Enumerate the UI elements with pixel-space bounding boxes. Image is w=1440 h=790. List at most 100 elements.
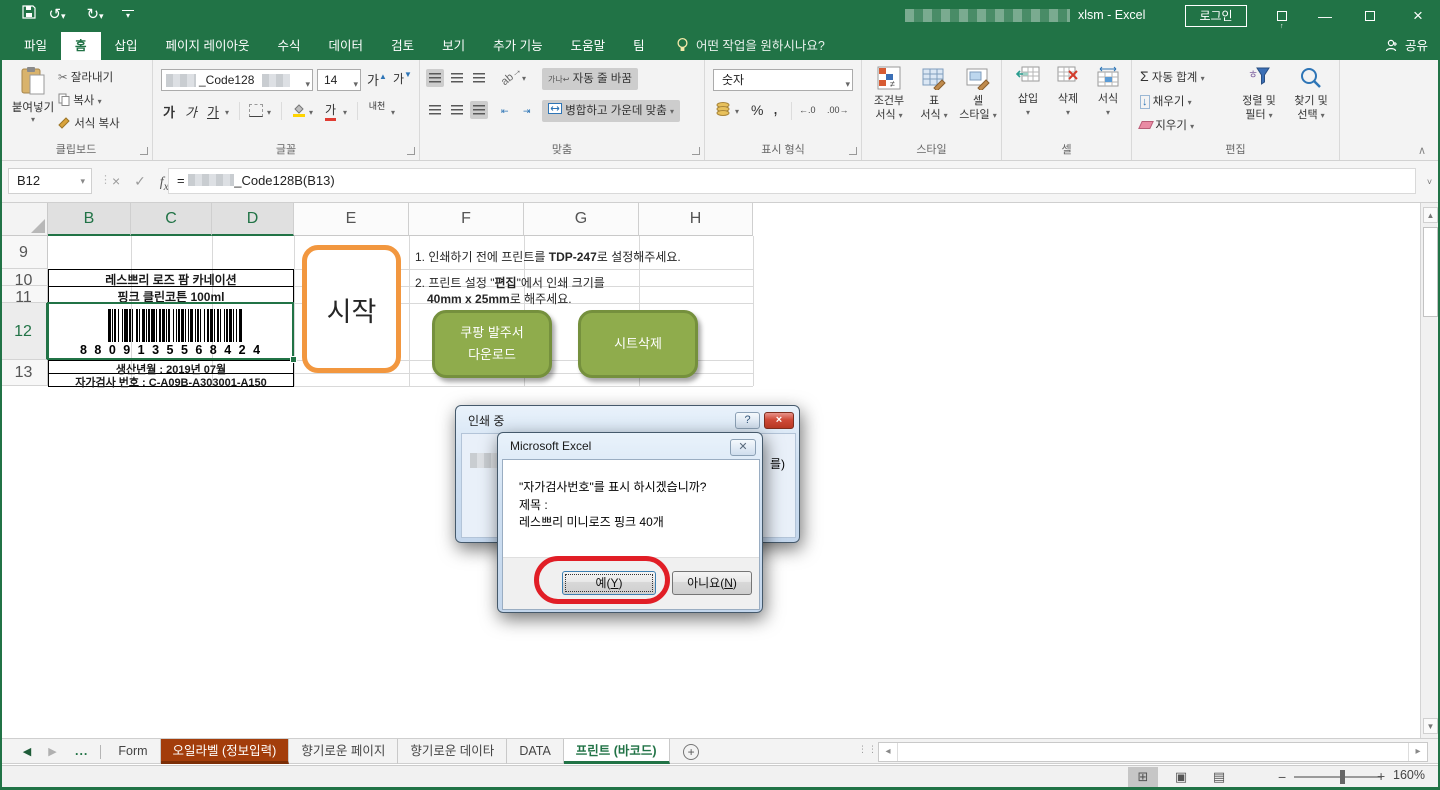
bold-button[interactable]: 가 <box>163 102 175 121</box>
ribbon-tab-file[interactable]: 파일 <box>10 32 61 60</box>
ribbon-tab-2[interactable]: 삽입 <box>101 32 152 60</box>
sheet-nav-right-arrow[interactable]: ▶ <box>41 745 63 758</box>
ribbon-tab-1[interactable]: 홈 <box>61 32 101 60</box>
decrease-indent-button[interactable]: ⇤ <box>498 101 516 119</box>
alignment-dialog-launcher[interactable] <box>692 147 700 155</box>
zoom-out-button[interactable]: − <box>1278 769 1286 785</box>
align-middle-button[interactable] <box>448 69 466 87</box>
accounting-format-button[interactable] <box>715 101 731 119</box>
name-box[interactable]: B12▾ <box>8 168 92 194</box>
column-header-B[interactable]: B <box>48 203 131 236</box>
orientation-dropdown[interactable]: ▾ <box>522 74 526 83</box>
font-dialog-launcher[interactable] <box>407 147 415 155</box>
sheet-tab-4[interactable]: DATA <box>507 739 563 764</box>
merge-center-button[interactable]: 병합하고 가운데 맞춤 ▾ <box>542 100 680 122</box>
start-button[interactable]: 시작 <box>302 245 401 373</box>
ribbon-tab-8[interactable]: 추가 기능 <box>479 32 556 60</box>
delete-cells-button[interactable]: 삭제▾ <box>1050 66 1086 120</box>
align-center-button[interactable] <box>448 101 466 119</box>
sort-filter-button[interactable]: ㅎ 정렬 및필터 ▾ <box>1234 66 1284 123</box>
insert-cells-button[interactable]: 삽입▾ <box>1010 66 1046 120</box>
tell-me-box[interactable]: 어떤 작업을 원하시나요? <box>676 32 825 60</box>
sheet-tab-5[interactable]: 프린트 (바코드) <box>564 739 670 764</box>
zoom-in-button[interactable]: + <box>1377 768 1385 784</box>
percent-style-button[interactable]: % <box>751 102 763 118</box>
font-color-button[interactable]: 가 <box>325 101 336 121</box>
coupang-download-button[interactable]: 쿠팡 발주서다운로드 <box>432 310 552 378</box>
ribbon-tab-9[interactable]: 도움말 <box>557 32 620 60</box>
ribbon-tab-4[interactable]: 수식 <box>264 32 315 60</box>
alert-close-button[interactable]: ✕ <box>730 439 756 456</box>
close-button[interactable]: × <box>1398 0 1438 32</box>
sheet-nav-left-arrow[interactable]: ◀ <box>16 745 38 758</box>
share-button[interactable]: 공유 <box>1385 32 1428 60</box>
format-as-table-button[interactable]: 표서식 ▾ <box>914 66 954 123</box>
zoom-slider-thumb[interactable] <box>1340 770 1345 784</box>
row-header-12[interactable]: 12 <box>0 303 48 360</box>
sheet-tab-0[interactable]: Form <box>106 739 160 764</box>
ribbon-display-options-icon[interactable]: ↑ <box>1262 0 1302 32</box>
orientation-button[interactable]: ab→ <box>499 64 525 88</box>
cell-styles-button[interactable]: 셀스타일 ▾ <box>958 66 998 123</box>
cut-button[interactable]: ✂ 잘라내기 <box>58 69 113 85</box>
fill-color-dropdown[interactable]: ▾ <box>309 108 313 117</box>
maximize-button[interactable] <box>1350 0 1390 32</box>
borders-dropdown[interactable]: ▾ <box>267 108 271 117</box>
paste-button[interactable]: 붙여넣기 ▾ <box>10 66 56 124</box>
login-button[interactable]: 로그인 <box>1185 5 1247 27</box>
cancel-formula-icon[interactable]: × <box>112 173 120 189</box>
ribbon-tab-3[interactable]: 페이지 레이아웃 <box>152 32 264 60</box>
column-header-D[interactable]: D <box>212 203 294 236</box>
column-header-C[interactable]: C <box>131 203 212 236</box>
no-button[interactable]: 아니요(N) <box>672 571 752 595</box>
accounting-dropdown[interactable]: ▾ <box>735 107 739 116</box>
minimize-button[interactable]: — <box>1305 0 1345 32</box>
conditional-formatting-button[interactable]: ≠ 조건부서식 ▾ <box>868 66 910 123</box>
tabbar-resize-handle[interactable]: ⋮⋮ <box>858 744 878 755</box>
save-icon[interactable] <box>18 5 40 27</box>
fill-color-button[interactable] <box>291 102 306 120</box>
phonetic-dropdown[interactable]: ▾ <box>391 108 395 117</box>
row-header-9[interactable]: 9 <box>0 236 48 269</box>
select-all-corner[interactable] <box>0 203 48 236</box>
ribbon-tab-6[interactable]: 검토 <box>377 32 428 60</box>
clear-button[interactable]: 지우기 ▾ <box>1140 117 1194 133</box>
phonetic-button[interactable]: 내천 <box>367 102 387 111</box>
comma-style-button[interactable]: , <box>773 98 778 119</box>
clipboard-dialog-launcher[interactable] <box>140 147 148 155</box>
italic-button[interactable]: 가 <box>185 102 197 121</box>
increase-indent-button[interactable]: ⇥ <box>520 101 538 119</box>
formula-input[interactable]: = _Code128B(B13) <box>168 168 1416 194</box>
column-header-G[interactable]: G <box>524 203 639 236</box>
help-button[interactable]: ? <box>735 412 760 429</box>
collapse-ribbon-button[interactable]: ∧ <box>1418 144 1426 157</box>
align-bottom-button[interactable] <box>470 69 488 87</box>
find-select-button[interactable]: 찾기 및선택 ▾ <box>1286 66 1336 123</box>
increase-decimal-button[interactable]: ←.0 <box>799 105 816 115</box>
ribbon-tab-7[interactable]: 보기 <box>428 32 479 60</box>
scroll-down-arrow[interactable]: ▼ <box>1423 718 1438 734</box>
underline-button[interactable]: 가 <box>207 102 219 121</box>
enter-formula-icon[interactable]: ✓ <box>134 173 146 189</box>
font-color-dropdown[interactable]: ▾ <box>343 108 347 117</box>
cell-inspection-number[interactable]: 자가검사 번호 : C-A09B-A303001-A150 <box>48 374 294 390</box>
page-layout-view-button[interactable]: ▣ <box>1166 767 1196 787</box>
scroll-up-arrow[interactable]: ▲ <box>1423 207 1438 223</box>
grow-font-button[interactable]: 가▲ <box>367 70 387 89</box>
column-header-H[interactable]: H <box>639 203 753 236</box>
zoom-slider-track[interactable] <box>1294 776 1382 778</box>
format-cells-button[interactable]: 서식▾ <box>1090 66 1126 120</box>
zoom-level-label[interactable]: 160% <box>1393 768 1425 782</box>
format-painter-button[interactable]: 서식 복사 <box>58 115 120 132</box>
sheet-nav-more[interactable]: ... <box>75 744 88 758</box>
font-name-combo[interactable]: _Code128 ▾ <box>161 69 313 91</box>
delete-sheet-button[interactable]: 시트삭제 <box>578 310 698 378</box>
underline-dropdown[interactable]: ▾ <box>225 108 229 117</box>
cell-product-name[interactable]: 레스쁘리 로즈 팜 카네이션 <box>48 271 294 288</box>
shrink-font-button[interactable]: 가▼ <box>393 70 412 87</box>
horizontal-scrollbar[interactable]: ◂ ▸ <box>878 742 1428 762</box>
customize-qat-button[interactable]: ▾ <box>122 10 134 22</box>
ribbon-tab-5[interactable]: 데이터 <box>315 32 378 60</box>
align-right-button[interactable] <box>470 101 488 119</box>
number-dialog-launcher[interactable] <box>849 147 857 155</box>
